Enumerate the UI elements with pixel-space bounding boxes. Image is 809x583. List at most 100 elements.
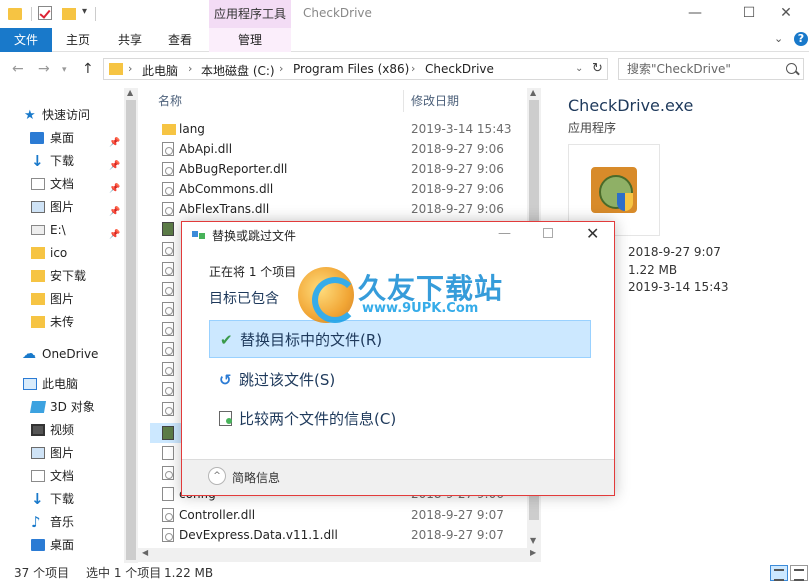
column-header-name[interactable]: 名称 (158, 88, 182, 114)
preview-size: 1.22 MB (628, 263, 678, 277)
nav-item-ico[interactable]: ico (0, 242, 124, 264)
checkdrive-app-icon (591, 167, 637, 213)
cloud-icon: ☁ (22, 346, 36, 362)
back-arrow-icon[interactable]: ← (12, 61, 24, 77)
column-header-date[interactable]: 修改日期 (411, 88, 459, 114)
nav-item-documents[interactable]: 文档 📌 (0, 173, 124, 195)
new-folder-icon[interactable] (62, 8, 76, 20)
breadcrumb-separator[interactable]: › (411, 62, 415, 75)
file-row[interactable]: Controller.dll 2018-9-27 9:07 (150, 505, 522, 525)
scroll-right-icon[interactable]: ▶ (530, 548, 536, 557)
preview-file-name: CheckDrive.exe (568, 96, 694, 115)
nav-item-downloads[interactable]: ↓ 下载 📌 (0, 150, 124, 172)
nav-item-music[interactable]: ♪ 音乐 (0, 511, 124, 533)
breadcrumb-checkdrive[interactable]: CheckDrive (425, 62, 494, 76)
scrollbar-thumb[interactable] (126, 100, 136, 560)
nav-item-weichuan[interactable]: 未传 (0, 311, 124, 333)
search-icon[interactable] (786, 63, 797, 74)
preview-created-date: 2019-3-14 15:43 (628, 280, 729, 294)
nav-item-this-pc[interactable]: 此电脑 (0, 373, 124, 395)
tab-manage[interactable]: 管理 (209, 28, 291, 52)
watermark-logo: 久友下载站 www.9UPK.Com (298, 257, 528, 329)
option-label: 比较两个文件的信息(C) (239, 410, 397, 428)
dialog-close-icon[interactable]: ✕ (586, 224, 599, 243)
folder-icon[interactable] (8, 8, 22, 20)
nav-item-downloads-pc[interactable]: ↓ 下载 (0, 488, 124, 510)
details-view-icon[interactable] (770, 565, 788, 581)
dll-file-icon (162, 402, 174, 416)
compare-files-option[interactable]: 比较两个文件的信息(C) (209, 400, 591, 438)
help-icon[interactable]: ? (794, 32, 808, 46)
3d-objects-icon (29, 401, 47, 413)
dialog-minimize-icon[interactable]: — (498, 226, 511, 241)
recent-locations-icon[interactable]: ▾ (62, 65, 67, 75)
tab-view[interactable]: 查看 (160, 28, 200, 52)
quick-access-separator (31, 7, 32, 21)
breadcrumb-local-disk[interactable]: 本地磁盘 (C:) (201, 62, 275, 79)
nav-item-pictures-folder[interactable]: 图片 (0, 288, 124, 310)
scroll-up-icon[interactable]: ▲ (127, 88, 133, 97)
file-row[interactable]: AbBugReporter.dll 2018-9-27 9:06 (150, 159, 522, 179)
nav-item-label: 图片 (50, 200, 75, 214)
nav-item-desktop[interactable]: 桌面 📌 (0, 127, 124, 149)
horizontal-scrollbar[interactable]: ◀ ▶ (138, 548, 541, 562)
file-name: AbFlexTrans.dll (179, 202, 270, 216)
breadcrumb-this-pc[interactable]: 此电脑 (142, 62, 178, 79)
nav-item-documents-pc[interactable]: 文档 (0, 465, 124, 487)
dll-file-icon (162, 202, 174, 216)
nav-item-videos[interactable]: 视频 (0, 419, 124, 441)
file-row[interactable]: AbApi.dll 2018-9-27 9:06 (150, 139, 522, 159)
scroll-left-icon[interactable]: ◀ (142, 548, 148, 557)
scroll-up-icon[interactable]: ▲ (530, 88, 536, 97)
fewer-details-link[interactable]: 简略信息 (232, 469, 280, 486)
folder-icon (31, 293, 45, 305)
nav-pane-scrollbar[interactable]: ▲ (124, 88, 138, 563)
search-input[interactable]: 搜索"CheckDrive" (618, 58, 804, 80)
properties-check-icon[interactable] (38, 6, 52, 20)
nav-item-pictures-pc[interactable]: 图片 (0, 442, 124, 464)
nav-item-3d-objects[interactable]: 3D 对象 (0, 396, 124, 418)
dll-file-icon (162, 142, 174, 156)
close-button[interactable]: ✕ (763, 0, 809, 28)
refresh-icon[interactable]: ↻ (592, 61, 603, 76)
forward-arrow-icon[interactable]: → (38, 61, 50, 77)
breadcrumb-separator[interactable]: › (128, 62, 132, 75)
star-icon: ★ (24, 108, 36, 123)
nav-item-drive-e[interactable]: E:\ 📌 (0, 219, 124, 241)
breadcrumb-separator[interactable]: › (188, 62, 192, 75)
chevron-up-icon[interactable]: ^ (208, 467, 226, 485)
breadcrumb-program-files[interactable]: Program Files (x86) (293, 62, 409, 76)
ribbon-collapse-icon[interactable]: ⌄ (774, 32, 783, 45)
document-icon (31, 470, 45, 482)
preview-modified-date: 2018-9-27 9:07 (628, 245, 721, 259)
file-row[interactable]: lang 2019-3-14 15:43 (150, 119, 522, 139)
minimize-button[interactable]: — (672, 0, 718, 28)
address-bar[interactable]: › 此电脑 › 本地磁盘 (C:) › Program Files (x86) … (103, 58, 608, 80)
file-date: 2018-9-27 9:06 (411, 182, 504, 196)
dll-file-icon (162, 282, 174, 296)
tab-share[interactable]: 共享 (110, 28, 150, 52)
tab-home[interactable]: 主页 (58, 28, 98, 52)
nav-item-pictures[interactable]: 图片 📌 (0, 196, 124, 218)
tab-file[interactable]: 文件 (0, 28, 52, 52)
file-row[interactable]: DevExpress.Data.v11.1.dll 2018-9-27 9:07 (150, 525, 522, 545)
nav-item-label: E:\ (50, 223, 66, 237)
nav-item-anxiazai[interactable]: 安下载 (0, 265, 124, 287)
skip-file-option[interactable]: ↺ 跳过该文件(S) (209, 361, 591, 399)
breadcrumb-separator[interactable]: › (279, 62, 283, 75)
scroll-down-icon[interactable]: ▼ (530, 536, 536, 545)
nav-item-label: 图片 (50, 446, 75, 460)
picture-icon (31, 201, 45, 213)
file-row[interactable]: AbCommons.dll 2018-9-27 9:06 (150, 179, 522, 199)
dialog-maximize-icon[interactable] (543, 228, 553, 238)
preview-file-type: 应用程序 (568, 121, 617, 135)
address-dropdown-icon[interactable]: ⌄ (575, 63, 583, 74)
up-arrow-icon[interactable]: ↑ (82, 61, 94, 77)
customize-toolbar-icon[interactable]: ▾ (82, 6, 87, 17)
large-icons-view-icon[interactable] (790, 565, 808, 581)
file-row[interactable]: AbFlexTrans.dll 2018-9-27 9:06 (150, 199, 522, 219)
nav-item-desktop-pc[interactable]: 桌面 (0, 534, 124, 556)
nav-item-onedrive[interactable]: ☁ OneDrive (0, 343, 124, 365)
column-divider[interactable] (403, 90, 404, 112)
nav-item-quick-access[interactable]: ★ 快速访问 (0, 104, 124, 126)
